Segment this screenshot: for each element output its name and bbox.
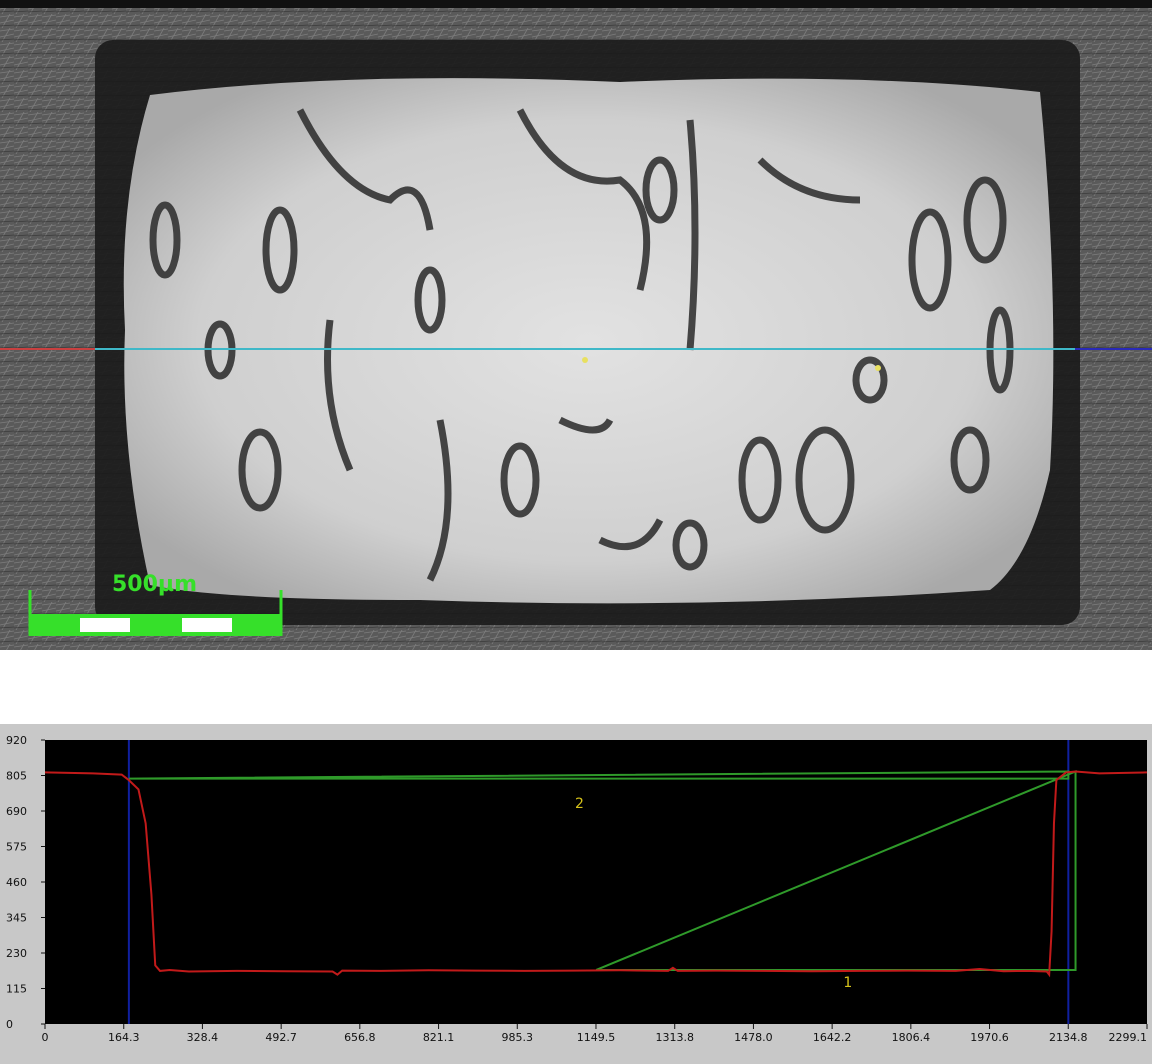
x-tick-label: 1313.8 [655,1031,694,1044]
profile-chart-svg: 0 115 230 345 460 575 690 805 920 0 164.3 328.4 492… [6,734,1148,1044]
measure-label: 1 [843,975,852,991]
x-tick-label: 1642.2 [813,1031,852,1044]
y-tick-label: 0 [6,1018,13,1031]
plot-area [45,740,1147,1024]
x-tick-label: 164.3 [108,1031,140,1044]
y-tick-label: 115 [6,983,27,996]
y-tick-label: 575 [6,841,27,854]
y-tick-label: 460 [6,876,27,889]
profile-chart: 0 115 230 345 460 575 690 805 920 0 164.3 328.4 492… [0,724,1152,1064]
y-tick-label: 230 [6,947,27,960]
micrograph-image: 500µm [0,0,1152,650]
machined-pocket [123,78,1054,604]
x-tick-label: 0 [42,1031,49,1044]
x-tick-label: 1149.5 [577,1031,616,1044]
x-tick-label: 492.7 [265,1031,297,1044]
x-tick-label: 1806.4 [892,1031,931,1044]
measure-label: 2 [575,796,584,812]
y-tick-label: 345 [6,912,27,925]
x-tick-label: 985.3 [502,1031,534,1044]
y-tick-label: 920 [6,734,27,747]
x-tick-label: 328.4 [187,1031,219,1044]
x-tick-label: 2299.1 [1109,1031,1148,1044]
x-tick-label: 1478.0 [734,1031,773,1044]
x-axis: 0 164.3 328.4 492.7 656.8 821.1 985.3 1149.5 131… [42,1024,1148,1044]
scale-bar-label: 500µm [112,572,198,597]
y-tick-label: 690 [6,805,27,818]
y-axis: 0 115 230 345 460 575 690 805 920 [6,734,45,1031]
x-tick-label: 1970.6 [970,1031,1009,1044]
micrograph-svg [0,0,1152,650]
x-tick-label: 2134.8 [1049,1031,1088,1044]
y-tick-label: 805 [6,770,27,783]
x-tick-label: 821.1 [423,1031,455,1044]
x-tick-label: 656.8 [344,1031,376,1044]
